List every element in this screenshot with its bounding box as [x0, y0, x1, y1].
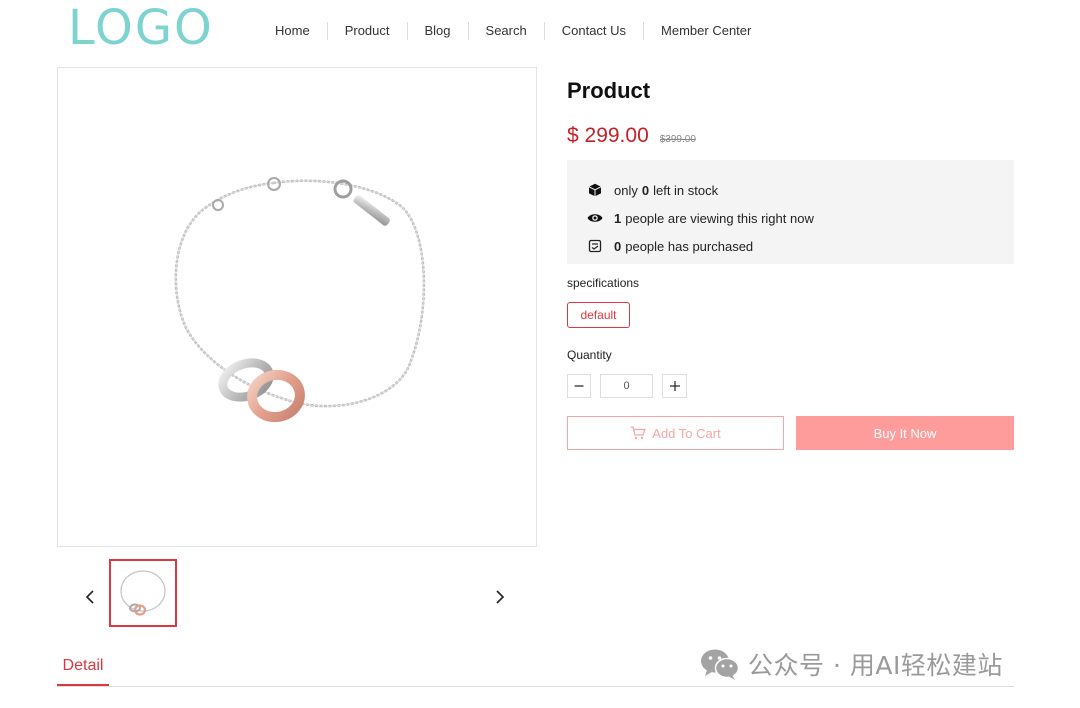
- main-nav: Home Product Blog Search Contact Us Memb…: [258, 21, 768, 41]
- minus-icon: [574, 385, 584, 387]
- stock-prefix: only: [614, 182, 638, 198]
- plus-icon: [669, 381, 680, 391]
- tab-detail[interactable]: Detail: [57, 656, 109, 686]
- add-to-cart-label: Add To Cart: [652, 425, 721, 441]
- buy-now-label: Buy It Now: [873, 425, 937, 441]
- specifications-label: specifications: [567, 276, 640, 290]
- eye-icon: [587, 210, 603, 226]
- nav-member-center[interactable]: Member Center: [644, 21, 768, 41]
- tabs-divider: [57, 686, 1014, 687]
- product-price: $ 299.00: [567, 124, 649, 147]
- nav-blog[interactable]: Blog: [408, 21, 468, 41]
- viewers-suffix: people are viewing this right now: [625, 210, 814, 226]
- product-thumbnail[interactable]: [109, 559, 177, 627]
- purchases-suffix: people has purchased: [625, 238, 754, 254]
- original-price: $399.00: [659, 134, 696, 145]
- viewers-count: 1: [614, 210, 622, 226]
- watermark-text: 公众号 · 用AI轻松建站: [748, 651, 1003, 680]
- stock-count: 0: [641, 182, 650, 198]
- product-main-image[interactable]: [57, 67, 537, 547]
- stock-suffix: left in stock: [653, 182, 719, 198]
- receipt-icon: [587, 238, 603, 254]
- buy-now-button[interactable]: Buy It Now: [796, 416, 1014, 450]
- chevron-right-icon: [496, 590, 505, 604]
- add-to-cart-button[interactable]: Add To Cart: [567, 416, 784, 450]
- quantity-label: Quantity: [567, 348, 612, 362]
- site-logo[interactable]: LOGO: [68, 2, 214, 54]
- chevron-left-icon: [85, 590, 94, 604]
- quantity-decrease-button[interactable]: [567, 374, 591, 398]
- thumbnail-next-button[interactable]: [490, 585, 510, 609]
- spec-option-default[interactable]: default: [567, 302, 630, 328]
- wechat-icon: [701, 649, 740, 680]
- quantity-input[interactable]: [600, 374, 653, 398]
- nav-search[interactable]: Search: [469, 21, 544, 41]
- product-stats-box: only 0 left in stock 1 people are viewin…: [567, 160, 1014, 264]
- box-icon: [587, 182, 603, 198]
- stock-row: only 0 left in stock: [587, 176, 1014, 204]
- thumbnail-prev-button[interactable]: [80, 585, 100, 609]
- nav-product[interactable]: Product: [328, 21, 407, 41]
- product-title: Product: [567, 78, 651, 103]
- purchases-row: 0 people has purchased: [587, 232, 1014, 260]
- bracelet-thumbnail-image: [120, 570, 166, 616]
- price-row: $ 299.00 $399.00: [567, 124, 696, 148]
- nav-contact-us[interactable]: Contact Us: [545, 21, 643, 41]
- viewers-row: 1 people are viewing this right now: [587, 204, 1014, 232]
- watermark: 公众号 · 用AI轻松建站: [700, 646, 1003, 682]
- quantity-increase-button[interactable]: [662, 374, 687, 398]
- bracelet-image: [174, 177, 426, 423]
- nav-home[interactable]: Home: [258, 21, 327, 41]
- cart-icon: [631, 426, 646, 440]
- purchases-count: 0: [614, 238, 622, 254]
